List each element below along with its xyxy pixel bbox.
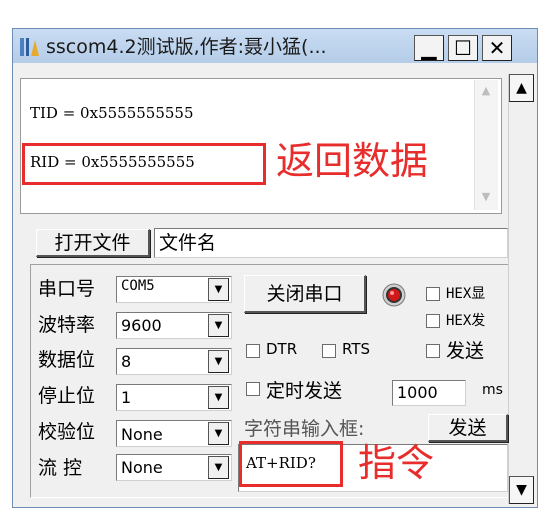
port-dropdown-icon[interactable]: ▼ bbox=[208, 278, 229, 301]
flow-dropdown-icon[interactable]: ▼ bbox=[208, 456, 229, 479]
timed-send-label: 定时发送 bbox=[266, 380, 343, 402]
close-port-button[interactable]: 关闭串口 bbox=[244, 275, 366, 313]
hex-display-checkbox[interactable] bbox=[426, 287, 440, 301]
stopbits-value: 1 bbox=[121, 388, 132, 407]
return-data-annotation: 返回数据 bbox=[276, 139, 429, 183]
filename-field[interactable]: 文件名 bbox=[154, 228, 508, 258]
hex-send-label: HEX发 bbox=[446, 313, 486, 329]
window-scrollbar[interactable] bbox=[508, 74, 534, 504]
minimize-button[interactable]: ▁ bbox=[414, 35, 444, 61]
send-button[interactable]: 发送 bbox=[428, 414, 508, 442]
scroll-up-button[interactable]: ▲ bbox=[509, 74, 534, 102]
parity-dropdown-icon[interactable]: ▼ bbox=[208, 422, 229, 445]
scroll-down-icon: ▼ bbox=[516, 482, 527, 498]
port-status-led-icon bbox=[382, 283, 406, 307]
receive-scroll-down-icon[interactable]: ▼ bbox=[474, 190, 498, 210]
rid-highlight-box bbox=[22, 143, 266, 185]
databits-label: 数据位 bbox=[38, 349, 96, 371]
command-annotation: 指令 bbox=[358, 441, 435, 485]
flow-value: None bbox=[121, 458, 163, 477]
baud-dropdown-icon[interactable]: ▼ bbox=[208, 314, 229, 337]
dtr-checkbox[interactable] bbox=[246, 344, 260, 358]
send-new-checkbox[interactable] bbox=[426, 344, 440, 358]
baud-label: 波特率 bbox=[38, 314, 96, 336]
rts-checkbox[interactable] bbox=[322, 344, 336, 358]
interval-unit: ms bbox=[482, 382, 503, 398]
flow-label: 流 控 bbox=[38, 457, 83, 479]
app-icon bbox=[18, 36, 42, 58]
send-new-label: 发送 bbox=[446, 340, 485, 362]
baud-value: 9600 bbox=[121, 316, 162, 335]
close-button[interactable]: ✕ bbox=[482, 35, 512, 61]
parity-label: 校验位 bbox=[38, 421, 96, 443]
parity-value: None bbox=[121, 425, 163, 444]
timed-send-checkbox[interactable] bbox=[246, 382, 260, 396]
receive-line-tid: TID = 0x5555555555 bbox=[30, 104, 194, 122]
hex-display-label: HEX显 bbox=[446, 286, 486, 302]
databits-dropdown-icon[interactable]: ▼ bbox=[208, 350, 229, 373]
scroll-up-icon: ▲ bbox=[516, 80, 527, 96]
open-file-button[interactable]: 打开文件 bbox=[36, 229, 150, 257]
port-label: 串口号 bbox=[38, 278, 96, 300]
stopbits-dropdown-icon[interactable]: ▼ bbox=[208, 386, 229, 409]
window-title: sscom4.2测试版,作者:聂小猛(... bbox=[46, 36, 327, 58]
string-input-label: 字符串输入框: bbox=[244, 418, 365, 440]
databits-value: 8 bbox=[121, 352, 132, 371]
scroll-down-button[interactable]: ▼ bbox=[509, 476, 534, 504]
maximize-icon: ☐ bbox=[454, 36, 472, 60]
minimize-icon: ▁ bbox=[421, 36, 437, 60]
port-value: COM5 bbox=[121, 278, 155, 294]
rts-label: RTS bbox=[342, 340, 371, 358]
receive-scroll-up-icon[interactable]: ▲ bbox=[474, 84, 498, 104]
close-icon: ✕ bbox=[488, 36, 506, 60]
command-highlight-box bbox=[239, 441, 343, 487]
interval-input[interactable]: 1000 bbox=[392, 380, 466, 406]
dtr-label: DTR bbox=[266, 340, 298, 358]
maximize-button[interactable]: ☐ bbox=[448, 35, 478, 61]
hex-send-checkbox[interactable] bbox=[426, 314, 440, 328]
stopbits-label: 停止位 bbox=[38, 385, 96, 407]
